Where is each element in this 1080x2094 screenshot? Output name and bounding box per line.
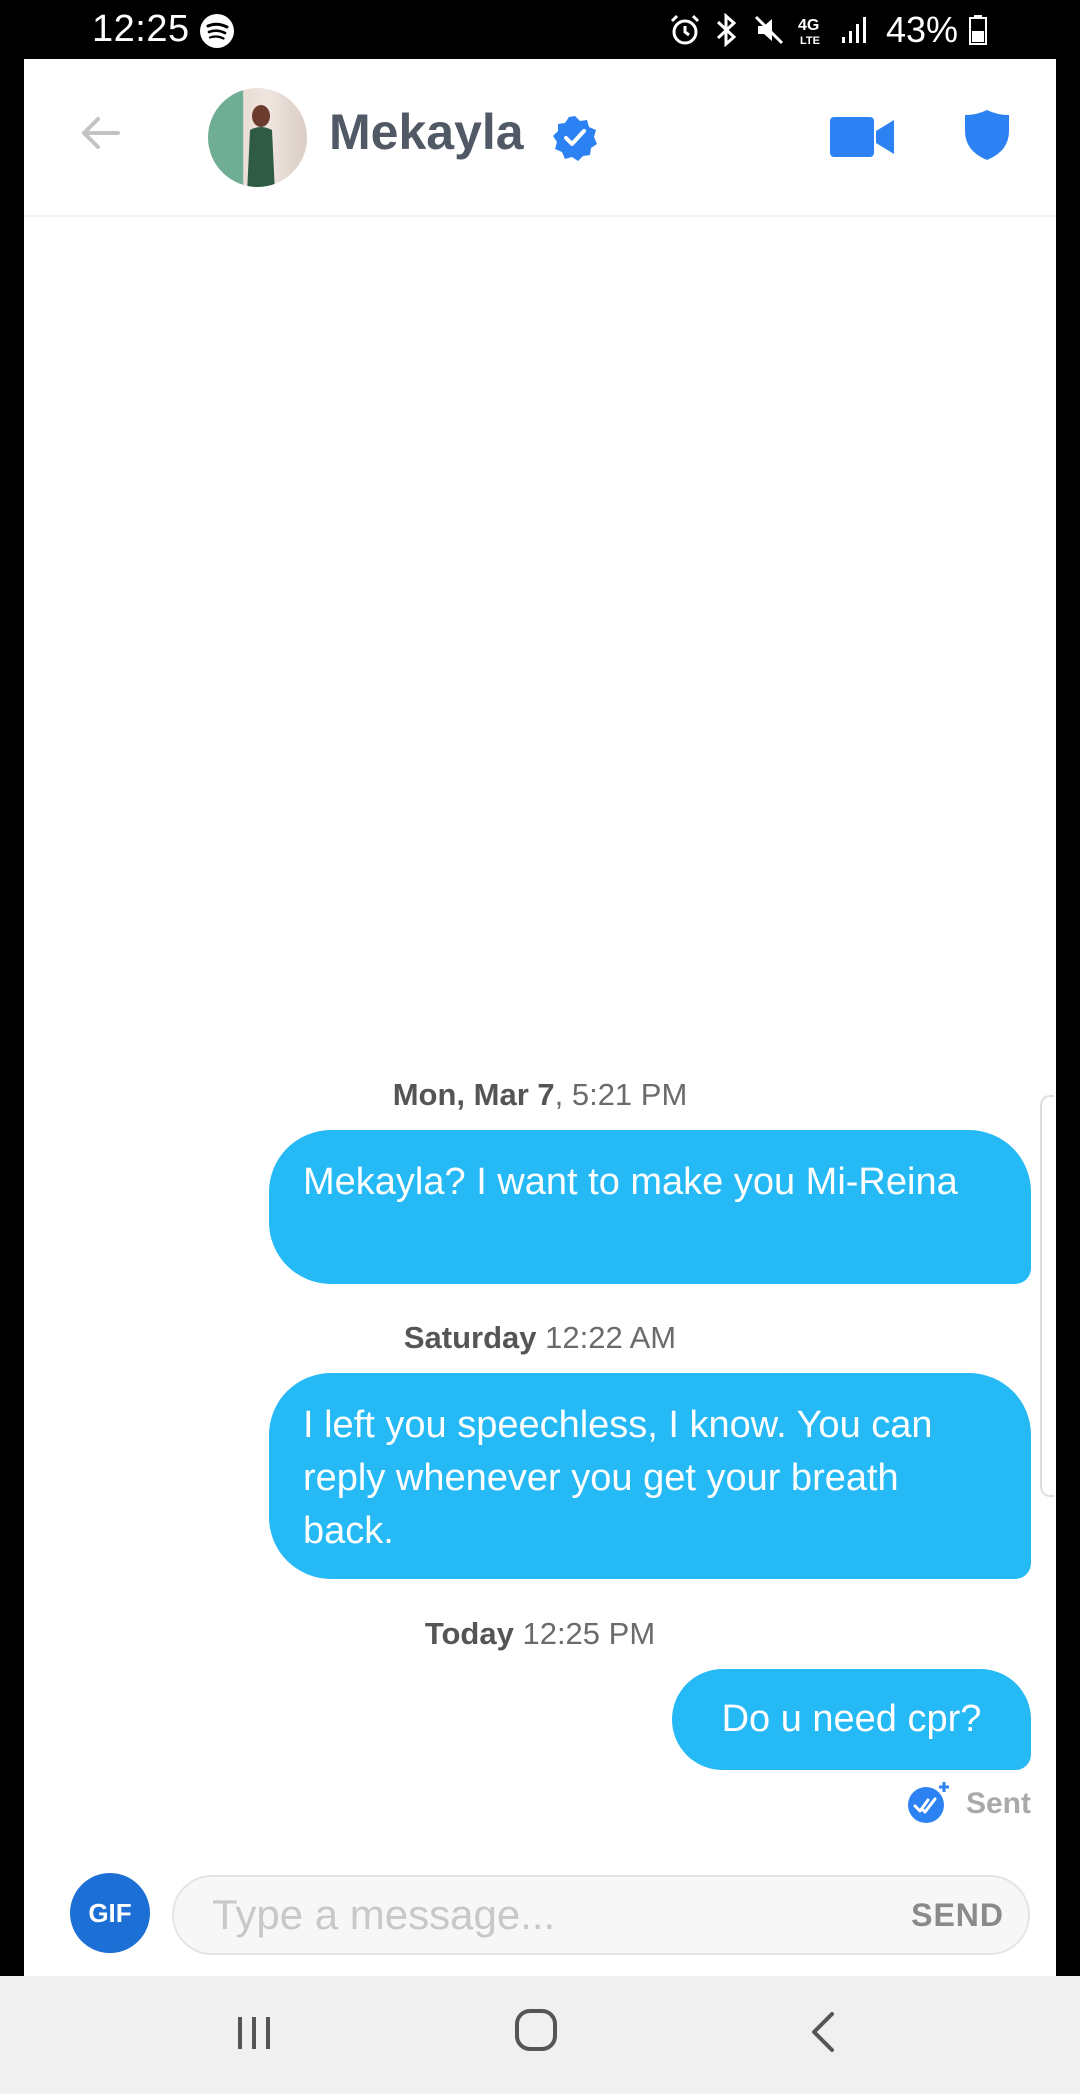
date-label: Today 12:25 PM	[24, 1616, 1056, 1652]
sent-label: Sent	[965, 1787, 1031, 1820]
date-label-time: , 5:21 PM	[554, 1077, 688, 1112]
system-nav-bar	[0, 1976, 1080, 2094]
message-bubble[interactable]: Mekayla? I want to make you Mi-Reina	[269, 1130, 1031, 1284]
network-type-icon: 4G LTE	[796, 13, 830, 47]
message-placeholder: Type a message...	[212, 1891, 556, 1938]
date-label-time: 12:25 PM	[513, 1616, 656, 1651]
chat-header: Mekayla	[24, 59, 1056, 217]
status-time: 12:25	[92, 8, 190, 50]
chat-screen: Mekayla Mon, Mar 7, 5:21 PM Mekayla? I w…	[24, 59, 1056, 2094]
scroll-indicator[interactable]	[1040, 1095, 1054, 1497]
date-label-day: Saturday	[403, 1320, 537, 1355]
date-label-day: Mon, Mar 7	[392, 1077, 555, 1112]
svg-text:4G: 4G	[798, 17, 819, 34]
alarm-icon	[668, 13, 702, 47]
status-bar: 12:25 4G LTE 43%	[0, 0, 1080, 59]
date-label-time: 12:22 AM	[536, 1320, 677, 1355]
send-button[interactable]: SEND	[911, 1877, 1004, 1953]
message-input[interactable]: Type a message... SEND	[172, 1875, 1030, 1955]
avatar-photo-figure	[247, 105, 275, 187]
spotify-icon	[200, 14, 234, 48]
message-bubble[interactable]: Do u need cpr?	[672, 1669, 1031, 1770]
bluetooth-icon	[712, 13, 742, 47]
delivery-status: Sent	[906, 1781, 1031, 1827]
date-label-day: Today	[424, 1616, 514, 1651]
back-arrow-icon[interactable]	[76, 109, 124, 157]
home-icon[interactable]	[514, 2008, 558, 2052]
verified-badge-icon	[552, 115, 598, 161]
status-icons: 4G LTE 43%	[668, 8, 988, 52]
battery-icon	[968, 13, 988, 47]
recents-icon[interactable]	[234, 2013, 274, 2053]
shield-icon[interactable]	[964, 109, 1010, 161]
contact-name[interactable]: Mekayla	[329, 103, 524, 161]
signal-icon	[840, 13, 870, 47]
avatar[interactable]	[208, 88, 307, 187]
mute-icon	[752, 13, 786, 47]
nav-back-icon[interactable]	[806, 2010, 842, 2054]
battery-percent: 43%	[885, 9, 958, 50]
date-label: Saturday 12:22 AM	[24, 1320, 1056, 1356]
video-camera-icon[interactable]	[830, 115, 896, 159]
gif-button[interactable]: GIF	[70, 1873, 150, 1953]
message-bubble[interactable]: I left you speechless, I know. You can r…	[269, 1373, 1031, 1579]
date-label: Mon, Mar 7, 5:21 PM	[24, 1077, 1056, 1113]
message-composer: GIF Type a message... SEND	[24, 1859, 1056, 1977]
read-receipt-icon[interactable]	[906, 1779, 952, 1830]
svg-text:LTE: LTE	[800, 35, 820, 47]
